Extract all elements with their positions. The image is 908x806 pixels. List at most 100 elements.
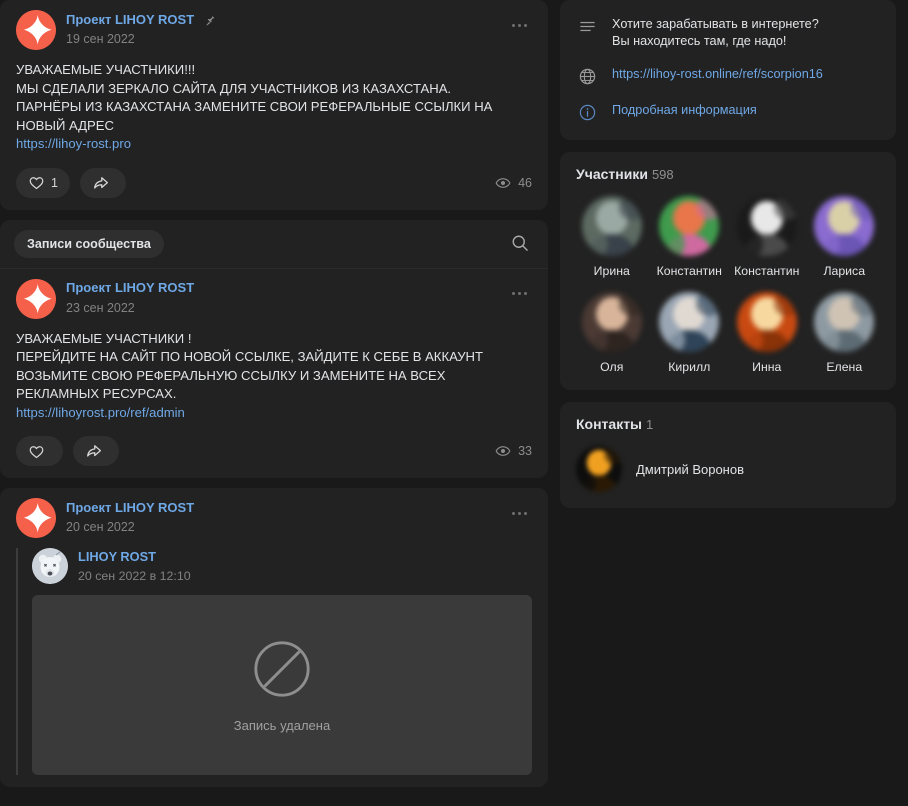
member-name: Лариса [823,264,866,278]
avatar[interactable] [659,292,720,352]
avatar[interactable] [16,10,56,50]
post-link[interactable]: https://lihoyrost.pro/ref/admin [16,404,532,423]
contact-name: Дмитрий Воронов [636,461,744,477]
view-count: 33 [518,444,532,458]
avatar[interactable] [659,196,720,256]
members-title-label: Участники [576,166,648,182]
post-author-block: Проект LIHOY ROST 23 сен 2022 [66,279,194,317]
repost-block: LIHOY ROST 20 сен 2022 в 12:10 Запись уд… [16,548,532,775]
contacts-title: Контакты 1 [576,416,880,432]
contacts-title-label: Контакты [576,416,643,432]
post-date: 23 сен 2022 [66,300,135,315]
deleted-post-placeholder: Запись удалена [32,595,532,775]
search-icon[interactable] [510,233,532,255]
community-description: Хотите зарабатывать в интернете? Вы нахо… [612,17,819,48]
avatar[interactable] [736,292,797,352]
members-count: 598 [651,167,674,182]
avatar[interactable] [736,196,797,256]
contacts-card: Контакты 1 Дмитрий Воронов [560,402,896,508]
post-date: 19 сен 2022 [66,32,135,46]
posts-filter-bar: Записи сообщества [0,220,548,269]
post-link[interactable]: https://lihoy-rost.pro [16,135,532,154]
post-header: Проект LIHOY ROST 20 сен 2022 [16,498,532,538]
more-options-icon[interactable] [506,14,532,36]
avatar[interactable] [581,196,642,256]
avatar[interactable] [581,292,642,352]
vk-community-page: Проект LIHOY ROST 19 сен 2022 УВАЖАЕМЫЕ … [0,0,908,806]
like-count: 1 [51,175,58,190]
member-item[interactable]: Лариса [809,196,881,278]
share-button[interactable] [79,167,126,198]
post-card: Проект LIHOY ROST 19 сен 2022 УВАЖАЕМЫЕ … [0,0,548,210]
community-website-link[interactable]: https://lihoy-rost.online/ref/scorpion16 [612,66,823,83]
repost-header: LIHOY ROST 20 сен 2022 в 12:10 [32,548,532,585]
member-item[interactable]: Оля [576,292,648,374]
member-name: Елена [826,360,863,374]
community-info-card: Хотите зарабатывать в интернете? Вы нахо… [560,0,896,140]
repost-avatar[interactable] [32,548,68,584]
post-author-block: Проект LIHOY ROST 20 сен 2022 [66,498,194,536]
filter-chip-community-posts[interactable]: Записи сообщества [14,229,164,258]
views-block: 33 [495,443,532,459]
member-name: Константин [656,264,722,278]
avatar[interactable] [16,498,56,538]
post-actions: 33 [16,436,532,466]
post-author-link[interactable]: Проект LIHOY ROST [66,12,194,28]
view-count: 46 [518,175,532,190]
sidebar-column: Хотите зарабатывать в интернете? Вы нахо… [560,0,908,806]
avatar[interactable] [576,446,622,492]
lihoy-rost-logo-icon [16,278,56,319]
post-header: Проект LIHOY ROST 19 сен 2022 [16,10,532,50]
members-title: Участники 598 [576,166,880,182]
member-item[interactable]: Константин [731,196,803,278]
members-card: Участники 598 Ирина Константин Константин Ла… [560,152,896,390]
contacts-list: Дмитрий Воронов [576,446,880,492]
member-item[interactable]: Елена [809,292,881,374]
post-author-link[interactable]: Проект LIHOY ROST [66,500,194,516]
like-button[interactable] [16,436,63,466]
avatar[interactable] [16,278,56,319]
community-details-link[interactable]: Подробная информация [612,102,757,119]
post-card: Проект LIHOY ROST 20 сен 2022 LIHOY ROST… [0,488,548,787]
post-header: Проект LIHOY ROST 23 сен 2022 [16,278,532,319]
post-author-link[interactable]: Проект LIHOY ROST [66,280,194,296]
repost-author-link[interactable]: LIHOY ROST [78,549,156,564]
like-button[interactable]: 1 [16,167,70,198]
member-name: Инна [752,360,782,374]
member-item[interactable]: Кирилл [654,292,726,374]
contact-item[interactable]: Дмитрий Воронов [576,446,880,492]
post-date: 20 сен 2022 [66,520,135,534]
share-button[interactable] [73,436,119,466]
info-circle-icon [576,102,598,122]
post-text: УВАЖАЕМЫЕ УЧАСТНИКИ ! ПЕРЕЙДИТЕ НА САЙТ … [16,330,483,402]
community-details-row: Подробная информация [576,102,880,122]
more-options-icon[interactable] [506,502,532,524]
no-entry-icon [254,640,310,697]
contacts-count: 1 [646,417,654,432]
bear-avatar-icon [32,548,68,584]
heart-icon [29,177,44,190]
post-actions: 1 46 [16,167,532,198]
members-grid: Ирина Константин Константин Лариса Оля Кирилл… [576,196,880,374]
lihoy-rost-logo-icon [16,10,56,50]
repost-author-block: LIHOY ROST 20 сен 2022 в 12:10 [78,548,191,585]
eye-icon [495,177,511,188]
member-item[interactable]: Инна [731,292,803,374]
member-item[interactable]: Константин [654,196,726,278]
eye-icon [495,446,511,456]
avatar[interactable] [814,292,875,352]
pin-icon [205,14,217,26]
member-name: Кирилл [668,360,711,374]
views-block: 46 [495,175,532,191]
globe-icon [576,66,598,86]
community-description-row: Хотите зарабатывать в интернете? Вы нахо… [576,16,880,50]
post-card: Проект LIHOY ROST 23 сен 2022 УВАЖАЕМЫЕ … [0,269,548,479]
share-icon [87,445,102,457]
more-options-icon[interactable] [506,283,532,305]
post-text: УВАЖАЕМЫЕ УЧАСТНИКИ!!! МЫ СДЕЛАЛИ ЗЕРКАЛ… [16,62,493,133]
lines-icon [576,16,598,36]
avatar[interactable] [814,196,875,256]
member-name: Ирина [593,264,630,278]
heart-icon [29,445,44,458]
member-item[interactable]: Ирина [576,196,648,278]
